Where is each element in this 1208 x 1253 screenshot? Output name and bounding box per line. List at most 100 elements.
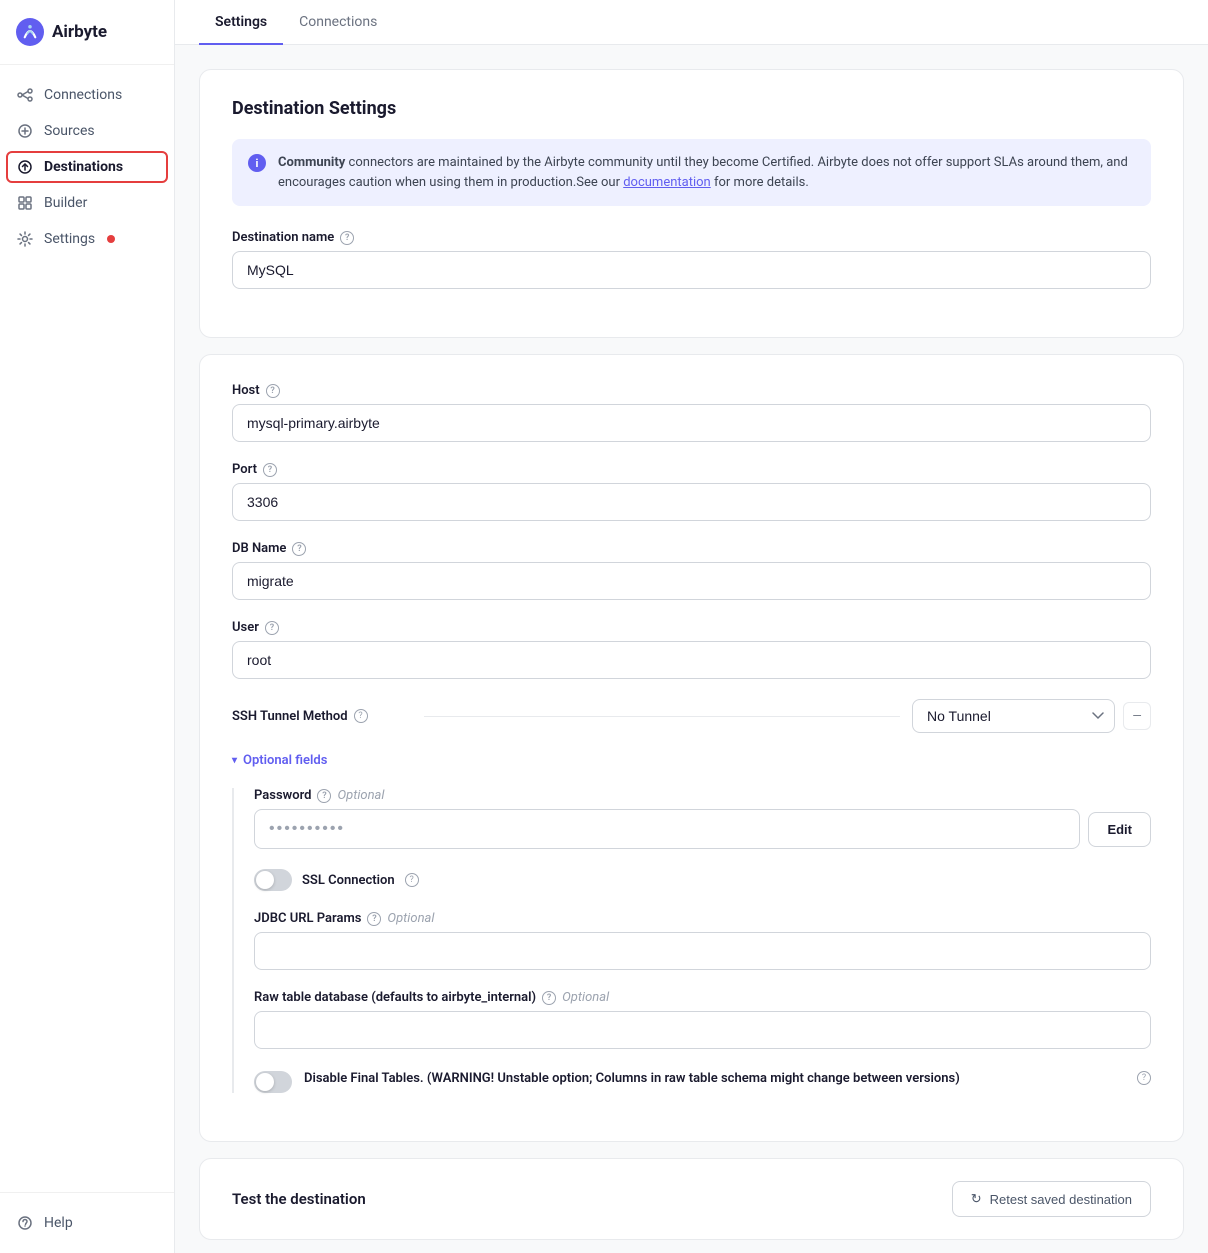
sidebar-item-builder-label: Builder — [44, 195, 87, 211]
host-group: Host ? — [232, 383, 1151, 442]
tab-connections[interactable]: Connections — [283, 0, 393, 45]
password-row: Edit — [254, 809, 1151, 849]
ssh-divider — [424, 716, 900, 717]
port-input[interactable] — [232, 483, 1151, 521]
sidebar-item-builder[interactable]: Builder — [0, 185, 174, 221]
raw-table-database-label: Raw table database (defaults to airbyte_… — [254, 990, 1151, 1005]
optional-fields-label: Optional fields — [243, 753, 327, 768]
host-help-icon[interactable]: ? — [266, 384, 280, 398]
password-optional-label: Optional — [337, 788, 384, 803]
ssh-tunnel-select[interactable]: No Tunnel SSH Key Authentication Passwor… — [912, 699, 1115, 733]
destination-settings-card: Destination Settings i Community connect… — [199, 69, 1184, 338]
logo-text: Airbyte — [52, 22, 107, 42]
destination-settings-title: Destination Settings — [232, 98, 1151, 119]
settings-icon — [16, 230, 34, 248]
sidebar-item-destinations-label: Destinations — [44, 159, 123, 175]
ssl-connection-toggle[interactable] — [254, 869, 292, 891]
jdbc-url-params-help-icon[interactable]: ? — [367, 912, 381, 926]
raw-table-database-help-icon[interactable]: ? — [542, 991, 556, 1005]
port-label: Port ? — [232, 462, 1151, 477]
optional-fields-section: Password ? Optional Edit — [232, 788, 1151, 1093]
sidebar-item-help[interactable]: Help — [0, 1205, 174, 1241]
test-destination-title: Test the destination — [232, 1190, 366, 1208]
sidebar-item-settings-label: Settings — [44, 231, 95, 247]
port-group: Port ? — [232, 462, 1151, 521]
db-name-help-icon[interactable]: ? — [292, 542, 306, 556]
connections-icon — [16, 86, 34, 104]
jdbc-url-params-optional-label: Optional — [387, 911, 434, 926]
port-help-icon[interactable]: ? — [263, 463, 277, 477]
db-name-label: DB Name ? — [232, 541, 1151, 556]
sidebar-item-help-label: Help — [44, 1215, 73, 1231]
destination-name-help-icon[interactable]: ? — [340, 231, 354, 245]
destination-name-group: Destination name ? — [232, 230, 1151, 289]
disable-final-tables-toggle-knob — [256, 1073, 274, 1091]
host-input[interactable] — [232, 404, 1151, 442]
raw-table-database-input[interactable] — [254, 1011, 1151, 1049]
sidebar-item-connections[interactable]: Connections — [0, 77, 174, 113]
disable-final-tables-label: Disable Final Tables. (WARNING! Unstable… — [304, 1069, 1125, 1089]
raw-table-database-group: Raw table database (defaults to airbyte_… — [254, 990, 1151, 1049]
retest-button-label: Retest saved destination — [990, 1192, 1132, 1207]
destination-name-input[interactable] — [232, 251, 1151, 289]
raw-table-database-optional-label: Optional — [562, 990, 609, 1005]
user-help-icon[interactable]: ? — [265, 621, 279, 635]
main-content: Settings Connections Destination Setting… — [175, 0, 1208, 1253]
retest-refresh-icon: ↻ — [971, 1191, 982, 1207]
password-group: Password ? Optional Edit — [254, 788, 1151, 849]
disable-final-tables-row: Disable Final Tables. (WARNING! Unstable… — [254, 1069, 1151, 1093]
sidebar-item-sources-label: Sources — [44, 123, 95, 139]
ssh-select-wrapper: No Tunnel SSH Key Authentication Passwor… — [912, 699, 1151, 733]
chevron-down-icon: ▾ — [232, 755, 237, 766]
content-area: Destination Settings i Community connect… — [175, 45, 1208, 1253]
info-icon: i — [248, 154, 266, 172]
jdbc-url-params-group: JDBC URL Params ? Optional — [254, 911, 1151, 970]
logo: Airbyte — [0, 0, 174, 65]
sidebar-item-destinations[interactable]: Destinations — [0, 149, 174, 185]
tabs-header: Settings Connections — [175, 0, 1208, 45]
info-banner: i Community connectors are maintained by… — [232, 139, 1151, 206]
airbyte-logo-icon — [16, 18, 44, 46]
test-destination-card: Test the destination ↻ Retest saved dest… — [199, 1158, 1184, 1240]
db-name-group: DB Name ? — [232, 541, 1151, 600]
ssl-connection-help-icon[interactable]: ? — [405, 873, 419, 887]
password-input-wrapper — [254, 809, 1080, 849]
sidebar-item-settings[interactable]: Settings — [0, 221, 174, 257]
info-bold-text: Community — [278, 155, 345, 170]
user-input[interactable] — [232, 641, 1151, 679]
user-label: User ? — [232, 620, 1151, 635]
sidebar-navigation: Connections Sources Destinations Builder — [0, 65, 174, 1192]
db-name-input[interactable] — [232, 562, 1151, 600]
user-group: User ? — [232, 620, 1151, 679]
jdbc-url-params-input[interactable] — [254, 932, 1151, 970]
disable-final-tables-toggle[interactable] — [254, 1071, 292, 1093]
toggle-knob — [256, 871, 274, 889]
info-text: Community connectors are maintained by t… — [278, 153, 1135, 192]
info-text-end: for more details. — [711, 175, 809, 190]
ssl-connection-row: SSL Connection ? — [254, 869, 1151, 891]
ssl-connection-label: SSL Connection — [302, 873, 395, 888]
optional-fields-toggle[interactable]: ▾ Optional fields — [232, 753, 1151, 768]
disable-final-tables-help-icon[interactable]: ? — [1137, 1071, 1151, 1085]
sidebar-item-sources[interactable]: Sources — [0, 113, 174, 149]
destinations-icon — [16, 158, 34, 176]
configuration-card: Host ? Port ? DB Name ? — [199, 354, 1184, 1142]
help-icon — [16, 1214, 34, 1232]
tab-settings[interactable]: Settings — [199, 0, 283, 45]
ssh-tunnel-row: SSH Tunnel Method ? No Tunnel SSH Key Au… — [232, 699, 1151, 733]
sources-icon — [16, 122, 34, 140]
password-help-icon[interactable]: ? — [317, 789, 331, 803]
destination-name-label: Destination name ? — [232, 230, 1151, 245]
settings-notification-dot — [107, 235, 115, 243]
ssh-tunnel-help-icon[interactable]: ? — [354, 709, 368, 723]
password-label: Password ? Optional — [254, 788, 1151, 803]
info-link[interactable]: documentation — [623, 175, 711, 190]
sidebar: Airbyte Connections Sources Destinations — [0, 0, 175, 1253]
password-edit-button[interactable]: Edit — [1088, 812, 1151, 847]
ssh-collapse-button[interactable]: — — [1123, 702, 1151, 730]
builder-icon — [16, 194, 34, 212]
host-label: Host ? — [232, 383, 1151, 398]
password-input[interactable] — [254, 809, 1080, 849]
ssh-tunnel-label: SSH Tunnel Method — [232, 709, 348, 724]
retest-saved-destination-button[interactable]: ↻ Retest saved destination — [952, 1181, 1151, 1217]
